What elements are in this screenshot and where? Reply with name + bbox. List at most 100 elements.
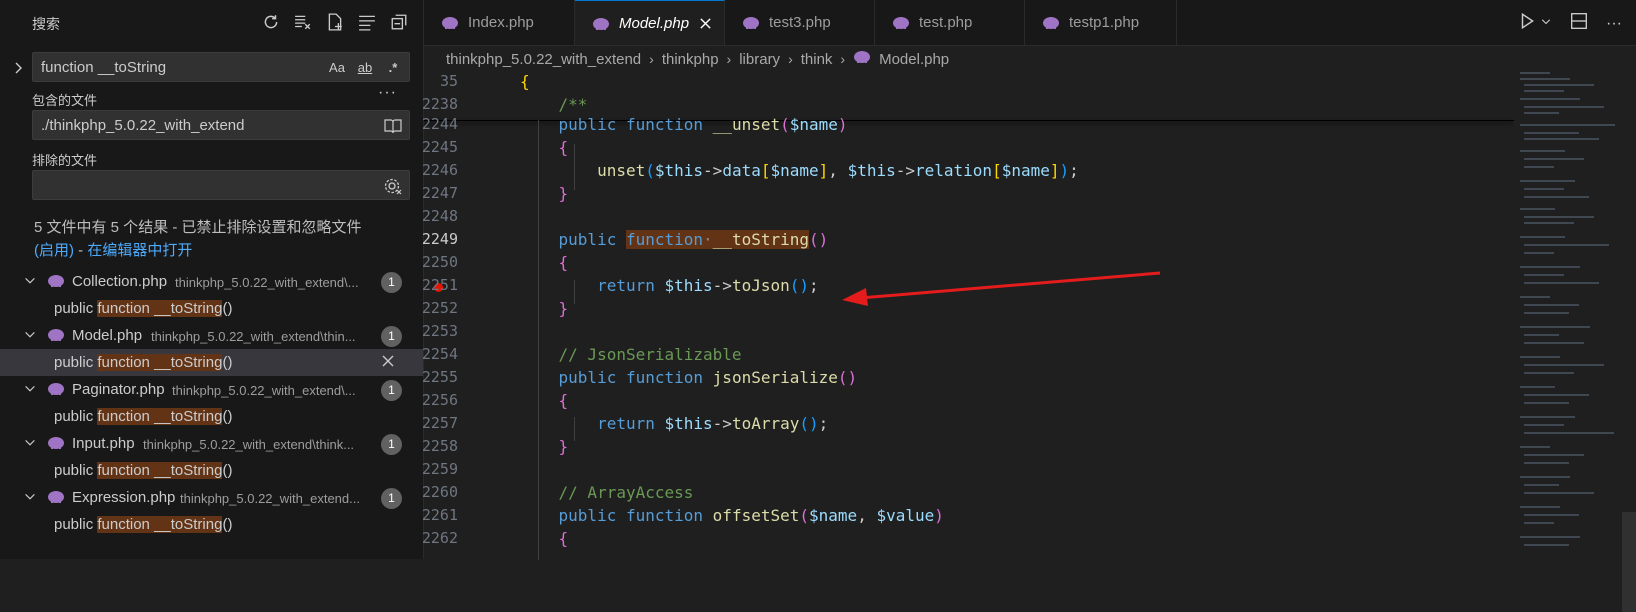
match-whole-word-icon[interactable]: ab: [355, 57, 375, 77]
tab-label: Index.php: [468, 14, 534, 31]
minimap-line: [1524, 158, 1584, 160]
result-file-name: Paginator.php: [72, 381, 165, 398]
include-files-input[interactable]: ./thinkphp_5.0.22_with_extend: [32, 110, 410, 140]
search-input[interactable]: function __toString Aa ab .*: [32, 52, 410, 82]
minimap-line: [1524, 196, 1589, 198]
breadcrumb-item[interactable]: library: [739, 51, 780, 68]
result-match-row[interactable]: public function __toString(): [0, 457, 423, 484]
enable-link[interactable]: (启用): [34, 242, 74, 259]
token: public: [558, 368, 617, 387]
minimap-line: [1524, 454, 1584, 456]
chevron-down-icon[interactable]: [23, 382, 37, 396]
result-file-path: thinkphp_5.0.22_with_extend\thin...: [151, 329, 356, 344]
minimap-line: [1520, 446, 1550, 448]
close-tab-icon[interactable]: [699, 17, 712, 30]
result-file-row[interactable]: Expression.php thinkphp_5.0.22_with_exte…: [0, 484, 423, 511]
result-file-row[interactable]: Paginator.php thinkphp_5.0.22_with_exten…: [0, 376, 423, 403]
line-number: 2254: [421, 345, 458, 363]
tab-model-php[interactable]: Model.php: [575, 0, 725, 45]
minimap-line: [1524, 188, 1564, 190]
php-file-icon: [47, 490, 65, 504]
code-line: 2259: [422, 458, 1514, 482]
tab-test3-php[interactable]: test3.php: [725, 0, 875, 45]
php-file-icon: [592, 17, 610, 31]
minimap-line: [1520, 506, 1560, 508]
minimap-line: [1524, 492, 1594, 494]
code-line: 2257 return $this->toArray();: [422, 412, 1514, 436]
line-number: 2251: [421, 276, 458, 294]
dismiss-result-close-icon[interactable]: [381, 354, 395, 368]
sidebar-actions: [259, 10, 411, 34]
line-number: 2261: [421, 506, 458, 524]
collapse-all-icon[interactable]: [387, 10, 411, 34]
chevron-down-icon[interactable]: [23, 328, 37, 342]
result-match-row[interactable]: public function __toString(): [0, 403, 423, 430]
search-input-value: function __toString: [41, 59, 167, 76]
php-file-icon: [853, 50, 871, 68]
scrollbar-thumb[interactable]: [1622, 512, 1636, 612]
toggle-search-details-icon[interactable]: ···: [378, 84, 397, 102]
result-match-row[interactable]: public function __toString(): [0, 511, 423, 538]
line-number: 2248: [421, 207, 458, 225]
chevron-down-icon[interactable]: [23, 274, 37, 288]
search-options: Aa ab .*: [327, 57, 403, 77]
breadcrumb-item[interactable]: thinkphp: [662, 51, 719, 68]
line-number: 2258: [421, 437, 458, 455]
token: ->: [712, 414, 732, 433]
token: // JsonSerializable: [558, 345, 742, 364]
open-in-editor-link[interactable]: 在编辑器中打开: [87, 242, 192, 259]
token: public: [558, 115, 617, 134]
result-file-row[interactable]: Input.php thinkphp_5.0.22_with_extend\th…: [0, 430, 423, 457]
code-text: public function __unset($name): [558, 115, 848, 134]
tab-label: test.php: [919, 14, 973, 31]
breadcrumb-item[interactable]: think: [801, 51, 833, 68]
more-actions-icon[interactable]: ···: [1606, 15, 1622, 33]
chevron-down-icon[interactable]: [23, 490, 37, 504]
tab-index-php[interactable]: Index.php: [424, 0, 575, 45]
chevron-right-icon: ›: [726, 51, 732, 67]
toggle-replace-chevron-icon[interactable]: [10, 60, 26, 76]
code-line: 2261 public function offsetSet($name, $v…: [422, 504, 1514, 528]
run-options-chevron-down-icon[interactable]: [1540, 15, 1552, 33]
minimap-line: [1520, 180, 1575, 182]
code-text: // JsonSerializable: [520, 345, 742, 364]
result-match-text: public function __toString(): [54, 516, 232, 533]
match-case-icon[interactable]: Aa: [327, 57, 347, 77]
minimap-line: [1520, 326, 1590, 328]
split-editor-icon[interactable]: [1570, 12, 1588, 35]
match-prefix: public: [54, 462, 98, 479]
result-file-path: thinkphp_5.0.22_with_extend...: [180, 491, 360, 506]
breadcrumb-item[interactable]: Model.php: [879, 51, 949, 68]
code-text: return $this->toJson();: [597, 276, 819, 295]
result-match-row-selected[interactable]: public function __toString(): [0, 349, 423, 376]
code-text: /**: [520, 95, 588, 114]
result-file-path: thinkphp_5.0.22_with_extend\think...: [143, 437, 355, 452]
line-number: 2245: [421, 138, 458, 156]
token: __unset: [712, 115, 781, 134]
new-search-editor-icon[interactable]: [323, 10, 347, 34]
token: return: [597, 414, 655, 433]
include-files-value: ./thinkphp_5.0.22_with_extend: [41, 117, 245, 134]
result-match-row[interactable]: public function __toString(): [0, 295, 423, 322]
tab-test-php[interactable]: test.php: [875, 0, 1025, 45]
editor-scrollbar[interactable]: [1622, 72, 1636, 612]
code-editor[interactable]: 35 { 2238 /** 2244 public function __uns…: [422, 72, 1514, 560]
clear-results-icon[interactable]: [291, 10, 315, 34]
result-file-row[interactable]: Collection.php thinkphp_5.0.22_with_exte…: [0, 268, 423, 295]
minimap-line: [1524, 90, 1564, 92]
view-as-tree-icon[interactable]: [355, 10, 379, 34]
minimap[interactable]: [1514, 72, 1624, 559]
minimap-line: [1524, 312, 1569, 314]
token: function: [625, 115, 704, 134]
minimap-line: [1520, 72, 1550, 74]
exclude-files-input[interactable]: [32, 170, 410, 200]
tab-testp1-php[interactable]: testp1.php: [1025, 0, 1177, 45]
minimap-line: [1524, 166, 1554, 168]
breadcrumb-item[interactable]: thinkphp_5.0.22_with_extend: [446, 51, 641, 68]
match-suffix: (): [222, 462, 233, 479]
run-play-icon[interactable]: [1518, 12, 1536, 35]
chevron-down-icon[interactable]: [23, 436, 37, 450]
result-file-row[interactable]: Model.php thinkphp_5.0.22_with_extend\th…: [0, 322, 423, 349]
refresh-icon[interactable]: [259, 10, 283, 34]
line-number: 2238: [421, 95, 458, 113]
